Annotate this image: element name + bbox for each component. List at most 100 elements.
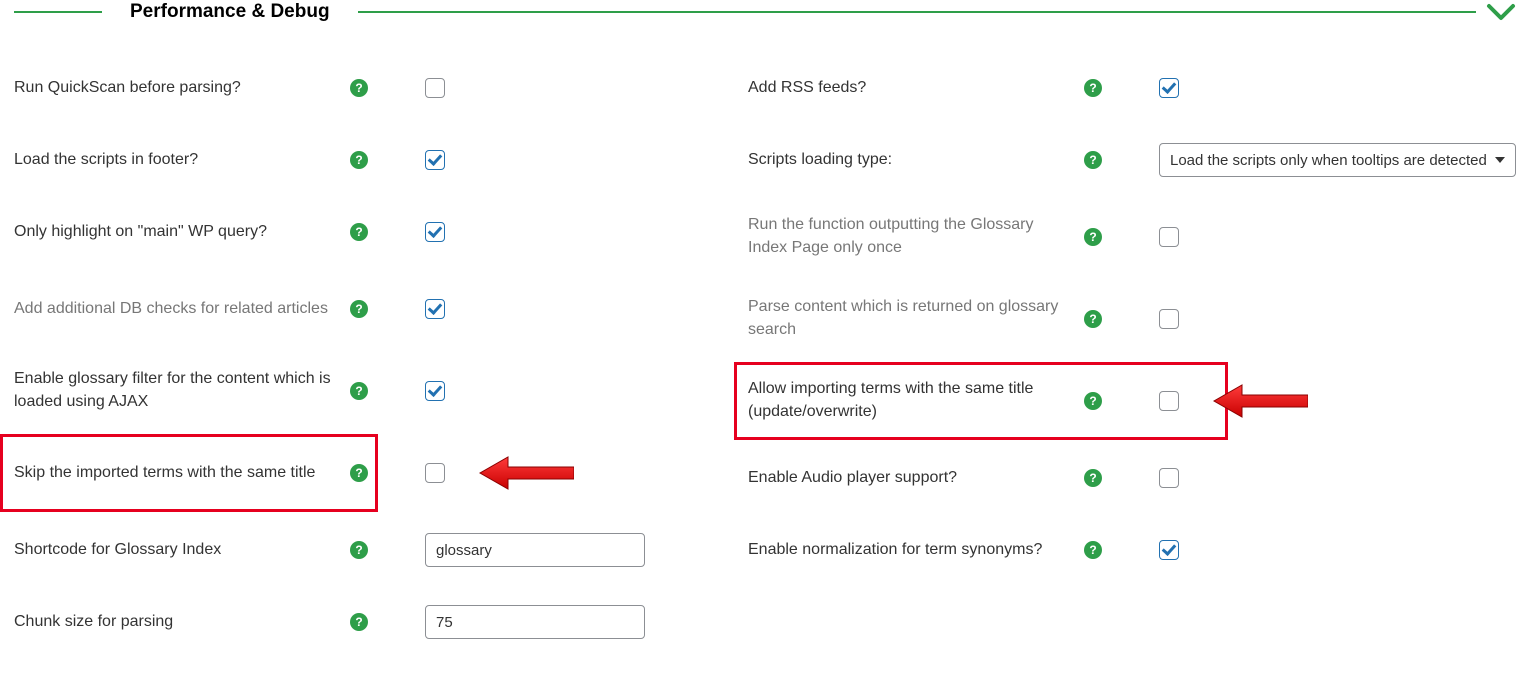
help-button[interactable]: ? — [343, 151, 375, 169]
section-title: Performance & Debug — [130, 1, 330, 23]
help-icon: ? — [1084, 392, 1102, 410]
setting-output-once: Run the function outputting the Glossary… — [748, 196, 1516, 278]
help-icon: ? — [350, 464, 368, 482]
help-icon: ? — [350, 79, 368, 97]
db-checks-checkbox[interactable] — [425, 299, 445, 319]
settings-column-left: Run QuickScan before parsing??Load the s… — [14, 52, 668, 658]
setting-skip-imported: Skip the imported terms with the same ti… — [14, 432, 668, 514]
setting-control — [375, 150, 668, 170]
setting-control — [375, 299, 668, 319]
divider-right — [358, 11, 1476, 13]
setting-control — [375, 78, 668, 98]
setting-control — [375, 381, 668, 401]
setting-control — [1109, 540, 1516, 560]
setting-label: Enable Audio player support? — [748, 467, 1077, 490]
help-button[interactable]: ? — [1077, 228, 1109, 246]
help-icon: ? — [1084, 541, 1102, 559]
callout-arrow-icon — [478, 455, 574, 491]
setting-control — [1109, 227, 1516, 247]
callout-arrow-icon — [1212, 383, 1308, 419]
help-button[interactable]: ? — [1077, 469, 1109, 487]
help-icon: ? — [350, 151, 368, 169]
setting-label: Parse content which is returned on gloss… — [748, 296, 1077, 341]
setting-label: Skip the imported terms with the same ti… — [14, 462, 343, 485]
setting-label: Load the scripts in footer? — [14, 149, 343, 172]
main-query-checkbox[interactable] — [425, 222, 445, 242]
setting-label: Add additional DB checks for related art… — [14, 298, 343, 321]
setting-control — [1109, 391, 1516, 411]
setting-main-query: Only highlight on "main" WP query?? — [14, 196, 668, 268]
setting-control — [1109, 78, 1516, 98]
help-icon: ? — [1084, 79, 1102, 97]
help-button[interactable]: ? — [343, 464, 375, 482]
setting-db-checks: Add additional DB checks for related art… — [14, 268, 668, 350]
setting-allow-import: Allow importing terms with the same titl… — [748, 360, 1516, 442]
setting-label: Enable glossary filter for the content w… — [14, 368, 343, 413]
footer-scripts-checkbox[interactable] — [425, 150, 445, 170]
help-button[interactable]: ? — [343, 613, 375, 631]
setting-shortcode: Shortcode for Glossary Index? — [14, 514, 668, 586]
setting-control — [375, 605, 668, 639]
setting-rss: Add RSS feeds?? — [748, 52, 1516, 124]
help-button[interactable]: ? — [343, 541, 375, 559]
setting-audio: Enable Audio player support?? — [748, 442, 1516, 514]
help-icon: ? — [350, 613, 368, 631]
section-header: Performance & Debug — [14, 0, 1516, 24]
settings-column-right: Add RSS feeds?? Scripts loading type:? Loa… — [748, 52, 1516, 658]
normalize-checkbox[interactable] — [1159, 540, 1179, 560]
help-button[interactable]: ? — [343, 300, 375, 318]
setting-label: Scripts loading type: — [748, 149, 1077, 172]
setting-control — [1109, 468, 1516, 488]
help-icon: ? — [1084, 310, 1102, 328]
setting-quickscan: Run QuickScan before parsing?? — [14, 52, 668, 124]
parse-search-checkbox[interactable] — [1159, 309, 1179, 329]
chunk-size-input[interactable] — [425, 605, 645, 639]
help-button[interactable]: ? — [343, 79, 375, 97]
output-once-checkbox[interactable] — [1159, 227, 1179, 247]
setting-ajax-filter: Enable glossary filter for the content w… — [14, 350, 668, 432]
help-icon: ? — [350, 541, 368, 559]
help-button[interactable]: ? — [343, 382, 375, 400]
setting-chunk-size: Chunk size for parsing? — [14, 586, 668, 658]
shortcode-input[interactable] — [425, 533, 645, 567]
help-button[interactable]: ? — [1077, 79, 1109, 97]
chevron-down-icon — [1486, 0, 1516, 24]
quickscan-checkbox[interactable] — [425, 78, 445, 98]
setting-label: Only highlight on "main" WP query? — [14, 221, 343, 244]
setting-footer-scripts: Load the scripts in footer?? — [14, 124, 668, 196]
audio-checkbox[interactable] — [1159, 468, 1179, 488]
divider-left — [14, 11, 102, 13]
setting-control: Load the scripts only when tooltips are … — [1109, 143, 1516, 177]
scripts-type-select[interactable]: Load the scripts only when tooltips are … — [1159, 143, 1516, 177]
rss-checkbox[interactable] — [1159, 78, 1179, 98]
help-button[interactable]: ? — [1077, 310, 1109, 328]
setting-label: Run QuickScan before parsing? — [14, 77, 343, 100]
help-icon: ? — [1084, 469, 1102, 487]
setting-label: Allow importing terms with the same titl… — [748, 378, 1077, 423]
skip-imported-checkbox[interactable] — [425, 463, 445, 483]
performance-debug-section: Performance & Debug Run QuickScan before… — [0, 0, 1530, 688]
setting-label: Run the function outputting the Glossary… — [748, 214, 1077, 259]
setting-control — [375, 533, 668, 567]
allow-import-checkbox[interactable] — [1159, 391, 1179, 411]
help-icon: ? — [350, 223, 368, 241]
help-button[interactable]: ? — [343, 223, 375, 241]
help-button[interactable]: ? — [1077, 541, 1109, 559]
setting-control — [375, 222, 668, 242]
ajax-filter-checkbox[interactable] — [425, 381, 445, 401]
settings-columns: Run QuickScan before parsing??Load the s… — [14, 52, 1516, 658]
setting-scripts-type: Scripts loading type:? Load the scripts o… — [748, 124, 1516, 196]
collapse-toggle[interactable] — [1486, 0, 1516, 24]
setting-label: Chunk size for parsing — [14, 611, 343, 634]
help-button[interactable]: ? — [1077, 151, 1109, 169]
help-icon: ? — [1084, 151, 1102, 169]
help-icon: ? — [350, 382, 368, 400]
setting-normalize: Enable normalization for term synonyms?? — [748, 514, 1516, 586]
setting-label: Add RSS feeds? — [748, 77, 1077, 100]
setting-parse-search: Parse content which is returned on gloss… — [748, 278, 1516, 360]
setting-label: Shortcode for Glossary Index — [14, 539, 343, 562]
help-icon: ? — [1084, 228, 1102, 246]
setting-label: Enable normalization for term synonyms? — [748, 539, 1077, 562]
help-icon: ? — [350, 300, 368, 318]
help-button[interactable]: ? — [1077, 392, 1109, 410]
